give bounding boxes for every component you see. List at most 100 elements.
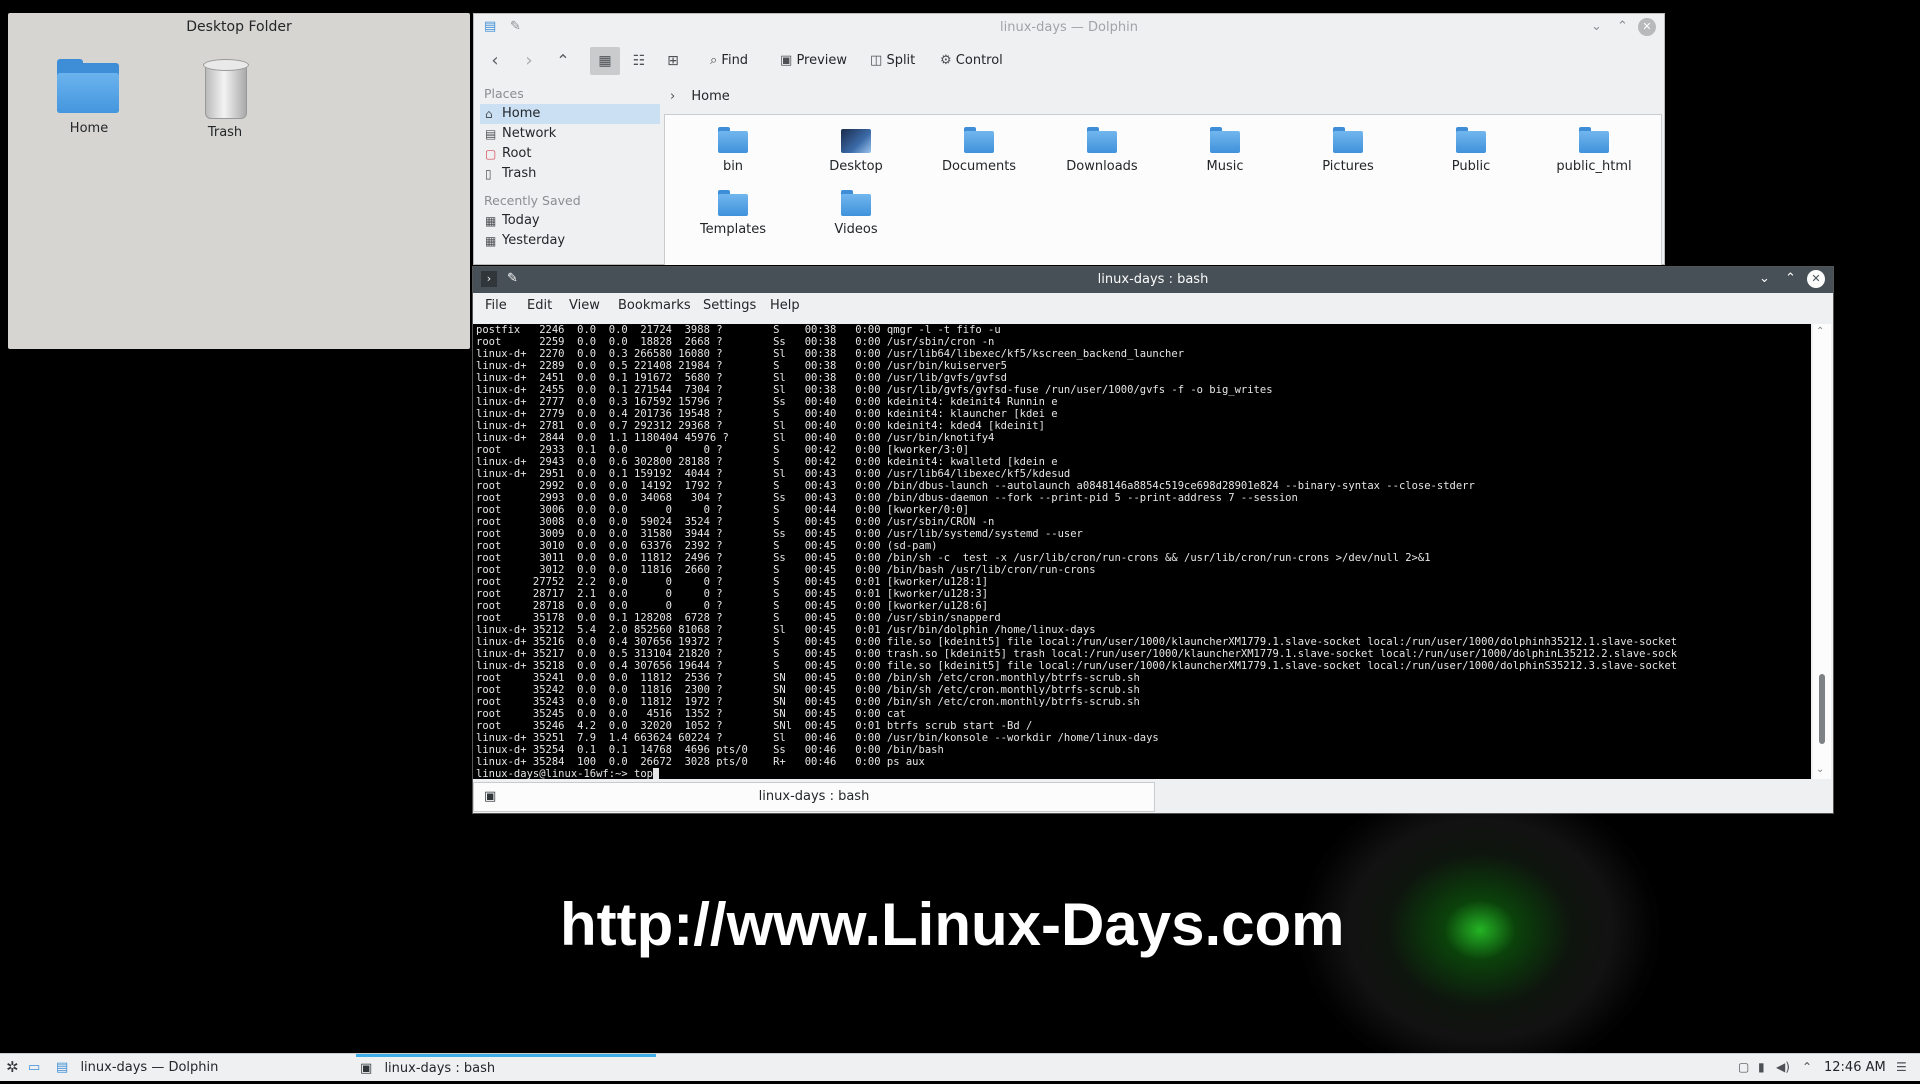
terminal-text: postfix 2246 0.0 0.0 21724 3988 ? S 00:3… [476, 324, 1678, 768]
folder-icon [1210, 127, 1240, 153]
close-icon[interactable]: ✕ [1638, 18, 1656, 36]
konsole-titlebar[interactable]: › ✎ linux-days : bash ⌄ ⌃ ✕ [473, 267, 1833, 293]
breadcrumb-chevron-icon: › [670, 89, 676, 104]
details-view-icon: ⊞ [667, 53, 679, 69]
folder-icon [1579, 127, 1609, 153]
up-button[interactable]: ⌃ [550, 47, 576, 75]
details-view-button[interactable]: ⊞ [658, 47, 688, 75]
file-item-documents[interactable]: Documents [919, 127, 1039, 174]
menu-bookmarks[interactable]: Bookmarks [618, 298, 691, 313]
dolphin-toolbar: ‹ › ⌃ ▦ ☷ ⊞ ⌕ Find ▣ Preview ◫ Split ⚙ C… [474, 47, 1664, 77]
file-item-public[interactable]: Public [1411, 127, 1531, 174]
file-label: Desktop [829, 159, 883, 174]
control-icon: ⚙ [940, 53, 952, 68]
breadcrumb-home[interactable]: Home [691, 89, 729, 104]
folder-icon [718, 127, 748, 153]
calendar-icon: ▦ [485, 214, 497, 228]
recently-saved-section-title: Recently Saved [484, 193, 581, 208]
konsole-window: › ✎ linux-days : bash ⌄ ⌃ ✕ File Edit Vi… [472, 266, 1834, 814]
preview-label: Preview [796, 53, 848, 68]
find-button[interactable]: ⌕ Find [710, 47, 748, 75]
back-button[interactable]: ‹ [482, 47, 508, 75]
file-item-downloads[interactable]: Downloads [1042, 127, 1162, 174]
preview-button[interactable]: ▣ Preview [780, 47, 847, 75]
task-dolphin[interactable]: ▤ linux-days — Dolphin [52, 1054, 352, 1081]
desktop-icon-label: Trash [207, 125, 243, 140]
control-button[interactable]: ⚙ Control [940, 47, 1003, 75]
icons-view-icon: ▦ [598, 53, 612, 69]
file-label: Public [1451, 159, 1491, 174]
places-item-label: Network [502, 126, 557, 141]
terminal-output[interactable]: postfix 2246 0.0 0.0 21724 3988 ? S 00:3… [473, 324, 1811, 779]
up-arrow-icon: ⌃ [556, 51, 570, 70]
file-label: Templates [699, 222, 767, 237]
konsole-tab-label: linux-days : bash [758, 789, 870, 804]
menu-settings[interactable]: Settings [703, 298, 756, 313]
file-item-music[interactable]: Music [1165, 127, 1285, 174]
maximize-icon[interactable]: ⌃ [1617, 19, 1628, 34]
breadcrumb[interactable]: › Home [664, 86, 730, 108]
panel-menu-icon[interactable]: ☰ [1896, 1054, 1907, 1081]
file-item-public-html[interactable]: public_html [1534, 127, 1654, 174]
file-item-desktop[interactable]: Desktop [796, 127, 916, 174]
calendar-icon: ▦ [485, 234, 497, 248]
places-item-today[interactable]: ▦ Today [480, 211, 660, 231]
places-item-yesterday[interactable]: ▦ Yesterday [480, 231, 660, 251]
places-panel: Places ⌂ Home ▤ Network ▢ Root ▯ Trash R… [480, 84, 660, 264]
menu-file[interactable]: File [485, 298, 507, 313]
device-notifier-icon[interactable]: ▮ [1758, 1054, 1765, 1081]
places-item-root[interactable]: ▢ Root [480, 144, 660, 164]
file-view: bin Desktop Documents Downloads Music Pi… [664, 114, 1662, 265]
compact-view-icon: ☷ [632, 53, 646, 69]
scrollbar-thumb[interactable] [1819, 674, 1825, 744]
maximize-icon[interactable]: ⌃ [1785, 271, 1796, 286]
places-section-title: Places [484, 86, 524, 101]
volume-icon[interactable]: ◀) [1776, 1054, 1790, 1081]
minimize-icon[interactable]: ⌄ [1591, 19, 1602, 34]
wallpaper-glow [1300, 780, 1660, 1080]
file-item-videos[interactable]: Videos [796, 190, 916, 237]
task-label: linux-days — Dolphin [80, 1060, 219, 1075]
clipboard-icon[interactable]: ▢ [1738, 1054, 1749, 1081]
places-item-label: Home [502, 106, 541, 121]
places-item-trash[interactable]: ▯ Trash [480, 164, 660, 184]
show-desktop-icon[interactable]: ▭ [28, 1054, 40, 1081]
file-label: bin [722, 159, 744, 174]
prompt-text: linux-days@linux-16wf:~> top [476, 768, 654, 779]
expand-tray-icon[interactable]: ⌃ [1802, 1054, 1812, 1081]
terminal-prompt[interactable]: linux-days@linux-16wf:~> top [473, 768, 1811, 779]
clock[interactable]: 12:46 AM [1824, 1054, 1886, 1081]
scroll-down-icon[interactable]: ⌄ [1816, 764, 1824, 775]
menu-view[interactable]: View [569, 298, 600, 313]
minimize-icon[interactable]: ⌄ [1759, 271, 1770, 286]
application-launcher-icon[interactable]: ✲ [6, 1054, 19, 1081]
menu-help[interactable]: Help [770, 298, 800, 313]
desktop-icon-label: Home [69, 121, 109, 136]
menu-edit[interactable]: Edit [527, 298, 552, 313]
close-icon[interactable]: ✕ [1807, 270, 1825, 288]
back-arrow-icon: ‹ [491, 50, 499, 71]
desktop-folder-icon [841, 127, 871, 153]
file-item-pictures[interactable]: Pictures [1288, 127, 1408, 174]
compact-view-button[interactable]: ☷ [624, 47, 654, 75]
konsole-tab[interactable]: ▣ linux-days : bash [473, 782, 1155, 812]
home-folder-icon [57, 59, 121, 115]
dolphin-titlebar[interactable]: ▤ ✎ linux-days — Dolphin ⌄ ⌃ ✕ [474, 14, 1664, 42]
places-item-network[interactable]: ▤ Network [480, 124, 660, 144]
file-label: Pictures [1322, 159, 1374, 174]
terminal-scrollbar[interactable]: ⌃ ⌄ [1813, 324, 1831, 779]
desktop-icon-trash[interactable]: Trash [180, 59, 270, 140]
forward-button[interactable]: › [516, 47, 542, 75]
file-item-bin[interactable]: bin [673, 127, 793, 174]
file-label: Downloads [1066, 159, 1138, 174]
search-icon: ⌕ [710, 53, 718, 68]
desktop-icon-home[interactable]: Home [44, 59, 134, 136]
network-icon: ▤ [485, 127, 497, 141]
places-item-home[interactable]: ⌂ Home [480, 104, 660, 124]
icons-view-button[interactable]: ▦ [590, 47, 620, 75]
file-item-templates[interactable]: Templates [673, 190, 793, 237]
file-label: Documents [941, 159, 1017, 174]
find-label: Find [721, 53, 749, 68]
split-button[interactable]: ◫ Split [870, 47, 915, 75]
scroll-up-icon[interactable]: ⌃ [1816, 326, 1824, 337]
